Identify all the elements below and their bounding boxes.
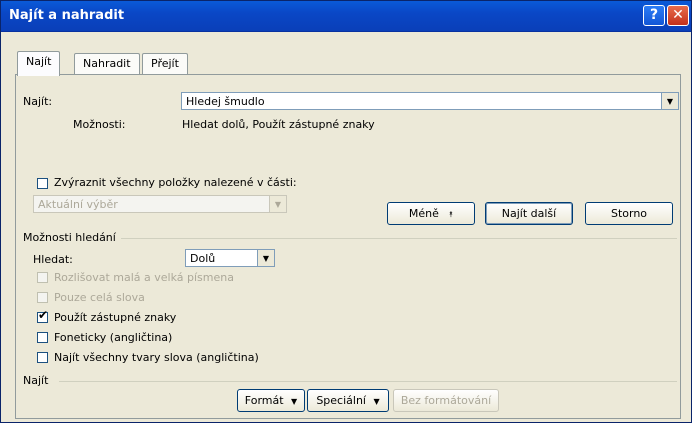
cancel-button[interactable]: Storno — [585, 202, 673, 225]
title-bar[interactable]: Najít a nahradit ? ✕ — [1, 1, 691, 32]
checkmark-icon: ✔ — [38, 308, 49, 322]
chevron-down-icon: ▼ — [269, 196, 286, 212]
highlight-scope-select: Aktuální výběr ▼ — [33, 195, 287, 213]
direction-label: Hledat: — [33, 253, 73, 266]
find-next-button[interactable]: Najít další — [485, 202, 573, 225]
format-label: Formát — [244, 394, 284, 407]
direction-value: Dolů — [190, 252, 216, 265]
whole-words-checkbox — [37, 292, 48, 303]
help-button[interactable]: ? — [643, 5, 665, 26]
direction-select[interactable]: Dolů ▼ — [185, 249, 275, 267]
search-options-group-label: Možnosti hledání — [23, 231, 116, 244]
special-label: Speciální — [316, 394, 366, 407]
wildcards-checkbox[interactable]: ✔ — [37, 308, 49, 323]
tab-find[interactable]: Najít — [17, 51, 61, 76]
options-value: Hledat dolů, Použít zástupné znaky — [182, 118, 375, 131]
up-arrow-icon: ⯭ — [448, 210, 454, 219]
less-label: Méně — [408, 207, 439, 220]
special-button[interactable]: Speciální ▼ — [307, 389, 389, 412]
chevron-down-icon[interactable]: ▼ — [257, 250, 274, 266]
match-case-label: Rozlišovat malá a velká písmena — [54, 271, 234, 284]
whole-words-label: Pouze celá slova — [54, 291, 145, 304]
highlight-checkbox[interactable] — [37, 178, 48, 189]
find-group-label: Najít — [23, 374, 49, 387]
chevron-down-icon[interactable]: ▼ — [661, 93, 678, 109]
match-case-checkbox — [37, 272, 48, 283]
close-button[interactable]: ✕ — [667, 5, 689, 26]
find-label: Najít: — [23, 95, 53, 108]
dropdown-arrow-icon: ▼ — [291, 397, 298, 406]
sounds-like-checkbox[interactable] — [37, 332, 48, 343]
options-label: Možnosti: — [73, 118, 126, 131]
dropdown-arrow-icon: ▼ — [373, 397, 380, 406]
find-what-field[interactable]: Hledej šmudlo ▼ — [181, 92, 679, 110]
tab-goto[interactable]: Přejít na — [142, 53, 188, 89]
no-formatting-button: Bez formátování — [393, 389, 499, 412]
all-forms-label: Najít všechny tvary slova (angličtina) — [54, 351, 259, 364]
tab-replace[interactable]: Nahradit — [74, 53, 140, 74]
find-replace-dialog: Najít a nahradit ? ✕ Najít Nahradit Přej… — [0, 0, 692, 423]
all-forms-checkbox[interactable] — [37, 352, 48, 363]
sounds-like-label: Foneticky (angličtina) — [54, 331, 173, 344]
window-title: Najít a nahradit — [9, 8, 125, 23]
divider — [59, 381, 677, 382]
find-value: Hledej šmudlo — [186, 95, 265, 108]
format-button[interactable]: Formát ▼ — [237, 389, 305, 412]
divider — [121, 238, 677, 239]
scope-value: Aktuální výběr — [38, 198, 118, 211]
highlight-label: Zvýraznit všechny položky nalezené v čás… — [54, 176, 297, 189]
wildcards-label: Použít zástupné znaky — [54, 311, 177, 324]
less-button[interactable]: Méně ⯭ — [387, 202, 475, 225]
